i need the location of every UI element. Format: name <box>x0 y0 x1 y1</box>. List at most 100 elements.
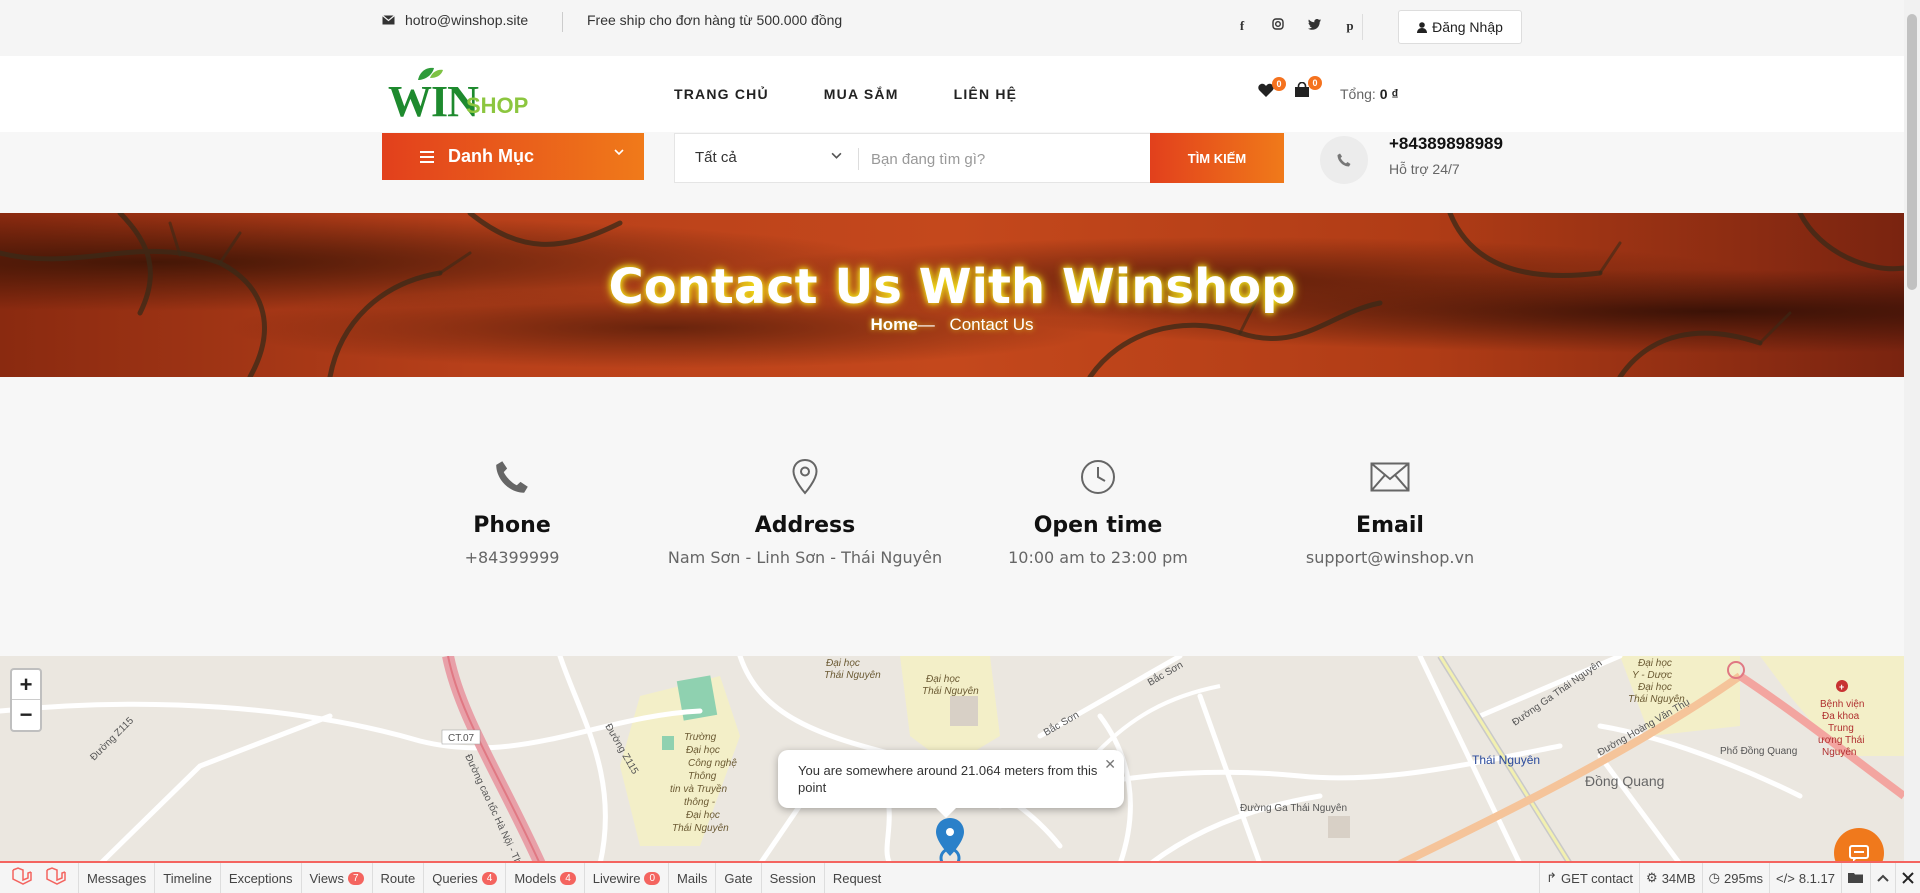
user-icon <box>1417 21 1428 33</box>
debug-tab-messages[interactable]: Messages <box>78 863 154 893</box>
pinterest-icon[interactable]: p <box>1342 18 1358 34</box>
svg-text:tin và Truyền: tin và Truyền <box>670 783 727 795</box>
contact-email[interactable]: hotro@winshop.site <box>382 12 528 28</box>
instagram-icon[interactable] <box>1270 18 1286 34</box>
debug-php-text: 8.1.17 <box>1798 870 1835 886</box>
debug-tab-count: 4 <box>481 871 498 885</box>
zoom-out-button[interactable]: − <box>12 700 40 730</box>
svg-text:Đại học: Đại học <box>926 674 960 685</box>
svg-text:Thái Nguyên: Thái Nguyên <box>672 823 729 834</box>
envelope-icon <box>382 15 395 25</box>
debug-tab-views[interactable]: Views 7 <box>300 863 372 893</box>
debug-tab-label: Request <box>832 870 882 886</box>
debug-tab-exceptions[interactable]: Exceptions <box>219 863 301 893</box>
svg-text:Phố Đồng Quang: Phố Đồng Quang <box>1720 745 1797 757</box>
breadcrumb: Home— Contact Us <box>0 315 1904 335</box>
svg-text:Y - Dược: Y - Dược <box>1632 670 1672 681</box>
cart-count: 0 <box>1308 76 1322 90</box>
info-card-email: Email support@winshop.vn <box>1245 453 1535 567</box>
close-button[interactable] <box>1895 863 1920 893</box>
page-scrollbar[interactable] <box>1904 0 1920 861</box>
info-value: 10:00 am to 23:00 pm <box>1008 548 1188 567</box>
twitter-icon[interactable] <box>1306 18 1322 34</box>
svg-text:Thái Nguyên: Thái Nguyên <box>1472 753 1540 767</box>
open-folder-button[interactable] <box>1841 863 1870 893</box>
svg-text:Đại học: Đại học <box>1638 658 1672 669</box>
debug-route[interactable]: ↱ GET contact <box>1539 863 1639 893</box>
svg-text:Đại học: Đại học <box>826 658 860 669</box>
zoom-in-button[interactable]: + <box>12 670 40 700</box>
main-header: WIN SHOP TRANG CHỦ MUA SẮM LIÊN HỆ 0 0 T… <box>0 56 1904 132</box>
divider <box>858 148 859 170</box>
close-icon[interactable]: ✕ <box>1104 756 1116 773</box>
nav-home[interactable]: TRANG CHỦ <box>674 86 769 102</box>
debug-tab-request[interactable]: Request <box>823 863 889 893</box>
support-phone[interactable]: +84389898989 <box>1389 134 1503 154</box>
contact-email-text: hotro@winshop.site <box>405 12 529 28</box>
category-menu-button[interactable]: Danh Mục <box>382 133 644 180</box>
svg-text:Thái Nguyên: Thái Nguyên <box>922 686 979 697</box>
livewire-logo-icon[interactable] <box>46 866 66 890</box>
debug-tab-label: Views <box>309 870 344 886</box>
scrollbar-thumb[interactable] <box>1907 14 1917 290</box>
breadcrumb-home[interactable]: Home <box>870 315 917 334</box>
clock-icon <box>953 453 1243 501</box>
svg-text:Bệnh viện: Bệnh viện <box>1820 699 1864 710</box>
debug-tab-label: Mails <box>677 870 708 886</box>
svg-text:Đại học: Đại học <box>686 745 720 756</box>
map-popup: You are somewhere around 21.064 meters f… <box>778 750 1124 818</box>
debug-tab-label: Messages <box>87 870 147 886</box>
debug-tab-label: Route <box>380 870 416 886</box>
debugbar-logos <box>0 866 78 890</box>
wishlist-button[interactable]: 0 <box>1258 76 1286 102</box>
nav-contact[interactable]: LIÊN HỆ <box>954 86 1018 102</box>
search-input[interactable] <box>871 147 1171 171</box>
category-select[interactable]: Tất cả <box>695 149 737 166</box>
top-bar: hotro@winshop.site Free ship cho đơn hàn… <box>0 0 1904 56</box>
svg-text:Đường Ga Thái Nguyên: Đường Ga Thái Nguyên <box>1240 803 1347 814</box>
logo-win: WIN <box>388 77 479 126</box>
debug-tab-livewire[interactable]: Livewire 0 <box>583 863 668 893</box>
debug-tab-timeline[interactable]: Timeline <box>154 863 220 893</box>
contact-info: Phone +84399999 Address Nam Sơn - Linh S… <box>0 377 1904 656</box>
debug-tab-label: Models <box>514 870 557 886</box>
nav-shop[interactable]: MUA SẮM <box>824 86 899 102</box>
shipping-note: Free ship cho đơn hàng từ 500.000 đồng <box>587 12 843 28</box>
debug-tab-session[interactable]: Session <box>760 863 824 893</box>
site-logo[interactable]: WIN SHOP <box>386 66 536 126</box>
svg-text:+: + <box>1839 682 1844 692</box>
debug-memory: ⚙ 34MB <box>1639 863 1702 893</box>
svg-text:Thông: Thông <box>688 771 717 782</box>
debug-tab-route[interactable]: Route <box>371 863 424 893</box>
debugbar-status: ↱ GET contact ⚙ 34MB ◷ 295ms </> 8.1.17 <box>1539 863 1920 893</box>
location-map[interactable]: Đường Z115 CT.07 Đường cao tốc Hà Nội - … <box>0 656 1904 864</box>
debug-tab-label: Exceptions <box>228 870 293 886</box>
page-title: Contact Us With Winshop <box>608 259 1296 315</box>
cogs-icon: ⚙ <box>1646 870 1658 885</box>
debug-tab-gate[interactable]: Gate <box>715 863 760 893</box>
search-button[interactable]: TÌM KIẾM <box>1150 133 1284 183</box>
debug-bar: Messages Timeline Exceptions Views 7 Rout… <box>0 861 1920 893</box>
category-menu-label: Danh Mục <box>448 146 535 166</box>
info-title: Address <box>754 513 856 538</box>
cart-button[interactable]: 0 <box>1294 76 1322 102</box>
debug-tab-count: 4 <box>560 871 576 885</box>
debug-route-text: GET contact <box>1561 870 1634 886</box>
chevron-up-icon <box>1877 874 1889 882</box>
debug-tab-queries[interactable]: Queries 4 <box>423 863 505 893</box>
collapse-button[interactable] <box>1870 863 1895 893</box>
debug-tab-models[interactable]: Models 4 <box>505 863 583 893</box>
cart-total-value: 0 ₫ <box>1379 86 1399 102</box>
debug-tab-count: 0 <box>644 871 661 885</box>
info-card-open-time: Open time 10:00 am to 23:00 pm <box>953 453 1243 567</box>
code-icon: </> <box>1776 870 1795 886</box>
login-button[interactable]: Đăng Nhập <box>1398 10 1522 44</box>
chevron-down-icon <box>831 152 842 159</box>
info-value: Nam Sơn - Linh Sơn - Thái Nguyên <box>667 548 943 567</box>
debug-tab-mails[interactable]: Mails <box>668 863 715 893</box>
info-card-phone: Phone +84399999 <box>367 453 657 567</box>
laravel-logo-icon[interactable] <box>12 866 32 890</box>
debug-tab-label: Queries <box>432 870 478 886</box>
facebook-icon[interactable]: f <box>1234 18 1250 34</box>
divider <box>562 12 563 32</box>
